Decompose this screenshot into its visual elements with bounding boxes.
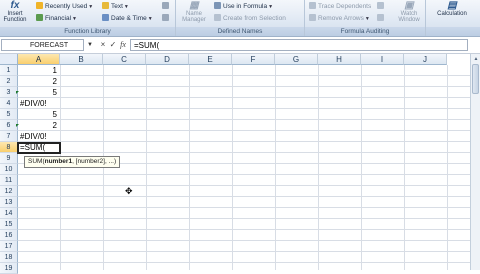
row-header-12[interactable]: 12 [0, 186, 18, 197]
row-header-9[interactable]: 9 [0, 153, 18, 164]
cell-a2[interactable]: 2 [20, 76, 57, 87]
dropdown-caret-icon: ▼ [72, 16, 77, 22]
calculation-button[interactable]: ▤ Calculation [429, 0, 475, 26]
financial-icon [36, 14, 43, 21]
row-header-13[interactable]: 13 [0, 197, 18, 208]
ribbon: fx Insert Function Recently Used▼ Text▼ … [0, 0, 480, 37]
watch-window-button[interactable]: ▣ Watch Window [395, 0, 423, 26]
financial-button[interactable]: Financial▼ [36, 14, 77, 23]
name-manager-icon: ▦ [189, 0, 199, 11]
trace-dependents-icon [309, 2, 316, 9]
formula-input[interactable]: =SUM( [130, 39, 468, 51]
calculation-group-label [426, 27, 480, 36]
column-header-f[interactable]: F [232, 54, 275, 65]
column-header-e[interactable]: E [189, 54, 232, 65]
trace-dependents-button[interactable]: Trace Dependents [309, 2, 371, 11]
use-in-formula-icon [214, 2, 221, 9]
error-indicator-icon[interactable] [16, 124, 19, 127]
text-button[interactable]: Text▼ [102, 2, 129, 11]
column-header-h[interactable]: H [318, 54, 361, 65]
row-header-1[interactable]: 1 [0, 65, 18, 76]
name-manager-button[interactable]: ▦ Name Manager [179, 0, 209, 26]
cell-a6[interactable]: 2 [20, 120, 57, 131]
remove-arrows-button[interactable]: Remove Arrows▼ [309, 14, 370, 23]
column-header-d[interactable]: D [146, 54, 189, 65]
formula-auditing-label: Formula Auditing [305, 27, 425, 36]
date-time-button[interactable]: Date & Time▼ [102, 14, 153, 23]
recently-used-button[interactable]: Recently Used▼ [36, 2, 93, 11]
dropdown-caret-icon: ▼ [123, 4, 129, 10]
dropdown-caret-icon: ▼ [88, 4, 94, 10]
dropdown-caret-icon: ▼ [364, 16, 370, 22]
calculation-group: ▤ Calculation [426, 0, 480, 36]
row-header-16[interactable]: 16 [0, 230, 18, 241]
cell-a1[interactable]: 1 [20, 65, 57, 76]
math-trig-icon[interactable] [162, 14, 171, 23]
cell-a4[interactable]: #DIV/0! [20, 98, 57, 109]
watch-window-icon: ▣ [404, 0, 414, 11]
scroll-up-icon[interactable]: ▲ [472, 55, 480, 63]
column-header-b[interactable]: B [60, 54, 103, 65]
formula-bar: FORECAST ▼ × ✓ fx =SUM( [0, 37, 480, 54]
row-header-19[interactable]: 19 [0, 263, 18, 274]
row-header-7[interactable]: 7 [0, 131, 18, 142]
column-header-j[interactable]: J [404, 54, 447, 65]
create-from-selection-icon [214, 14, 221, 21]
error-indicator-icon[interactable] [16, 91, 19, 94]
row-header-14[interactable]: 14 [0, 208, 18, 219]
dropdown-caret-icon: ▼ [147, 16, 153, 22]
row-header-15[interactable]: 15 [0, 219, 18, 230]
row-header-10[interactable]: 10 [0, 164, 18, 175]
function-argument-tooltip[interactable]: SUM(number1, [number2], ...) [24, 156, 121, 168]
cell-a7[interactable]: #DIV/0! [20, 131, 57, 142]
create-from-selection-button[interactable]: Create from Selection [214, 14, 286, 23]
row-header-5[interactable]: 5 [0, 109, 18, 120]
function-library-group: fx Insert Function Recently Used▼ Text▼ … [0, 0, 176, 36]
formula-auditing-group: Trace Dependents Remove Arrows▼ ▣ Watch … [305, 0, 426, 36]
name-box-dropdown-icon[interactable]: ▼ [86, 40, 94, 50]
fx-icon: fx [10, 0, 20, 11]
insert-function-fx-icon[interactable]: fx [118, 40, 128, 50]
text-icon [102, 2, 109, 9]
row-header-4[interactable]: 4 [0, 98, 18, 109]
row-header-18[interactable]: 18 [0, 252, 18, 263]
defined-names-label: Defined Names [176, 27, 304, 36]
select-all-corner[interactable] [0, 54, 18, 65]
column-header-a[interactable]: A [18, 54, 60, 65]
show-formulas-icon[interactable] [377, 2, 386, 11]
column-header-g[interactable]: G [275, 54, 318, 65]
more-functions-icon[interactable] [162, 2, 171, 11]
enter-icon[interactable]: ✓ [108, 40, 118, 50]
function-library-label: Function Library [0, 27, 175, 36]
cell-a3[interactable]: 5 [20, 87, 57, 98]
column-header-i[interactable]: I [361, 54, 404, 65]
use-in-formula-button[interactable]: Use in Formula▼ [214, 2, 273, 11]
cell-a8[interactable]: =SUM( [20, 142, 57, 153]
row-header-17[interactable]: 17 [0, 241, 18, 252]
remove-arrows-icon [309, 14, 316, 21]
insert-function-button[interactable]: fx Insert Function [3, 0, 27, 26]
scrollbar-thumb[interactable] [472, 64, 479, 94]
cell-a5[interactable]: 5 [20, 109, 57, 120]
vertical-scrollbar[interactable]: ▲ [470, 54, 480, 270]
defined-names-group: ▦ Name Manager Use in Formula▼ Create fr… [176, 0, 305, 36]
mouse-pointer-icon: ✥ [125, 186, 133, 196]
row-header-8[interactable]: 8 [0, 142, 18, 153]
row-header-2[interactable]: 2 [0, 76, 18, 87]
column-header-c[interactable]: C [103, 54, 146, 65]
calendar-icon [102, 14, 109, 21]
calculator-icon: ▤ [447, 0, 457, 11]
dropdown-caret-icon: ▼ [268, 4, 274, 10]
star-icon [36, 2, 43, 9]
row-header-11[interactable]: 11 [0, 175, 18, 186]
name-box[interactable]: FORECAST [1, 39, 84, 51]
cancel-icon[interactable]: × [98, 40, 108, 50]
error-checking-icon[interactable] [377, 14, 386, 23]
